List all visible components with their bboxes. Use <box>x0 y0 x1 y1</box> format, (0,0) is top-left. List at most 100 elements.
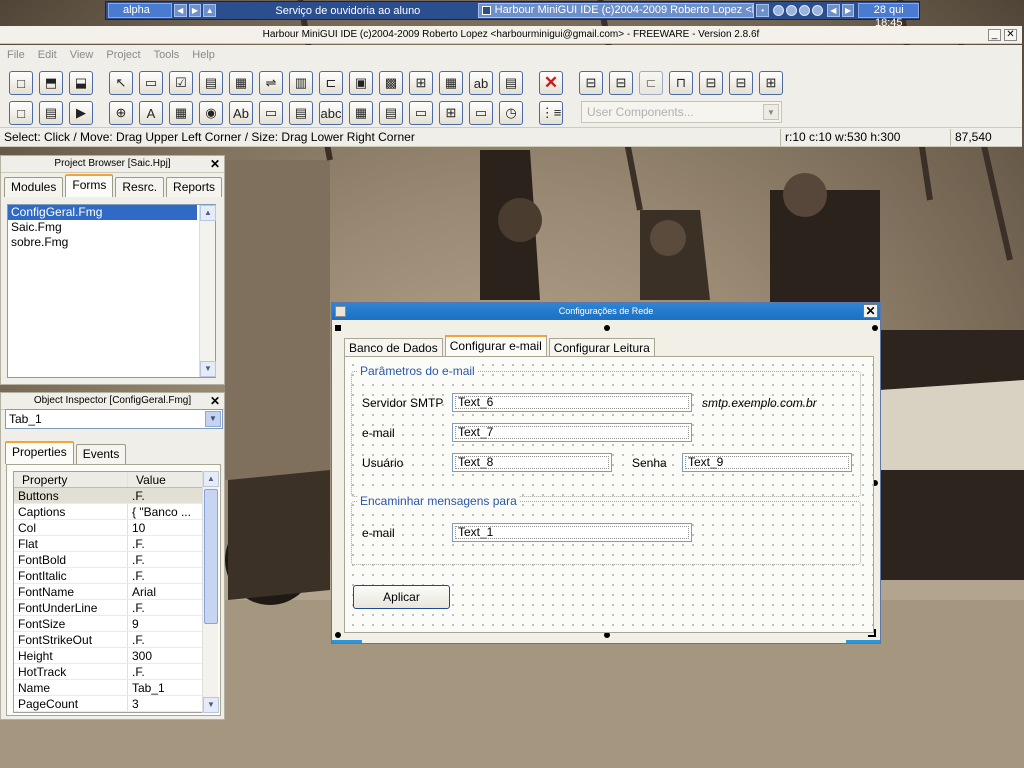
richedit-tool[interactable]: Ab <box>229 101 253 125</box>
form-window-icon[interactable] <box>335 306 346 317</box>
form-tool-button[interactable]: □ <box>9 101 33 125</box>
tray-next-icon[interactable]: ▶ <box>841 4 855 17</box>
delete-button[interactable]: ✕ <box>539 71 563 95</box>
resize-handle[interactable] <box>335 325 341 331</box>
table-row[interactable]: FontName Arial <box>14 584 202 600</box>
monthcal-tool[interactable]: ▦ <box>349 101 373 125</box>
tray-volume-icon[interactable] <box>785 5 797 16</box>
radiogroup-tool[interactable]: ◉ <box>199 101 223 125</box>
prop-value[interactable]: .F. <box>128 600 202 615</box>
slider-tool[interactable]: ⊏ <box>319 71 343 95</box>
datepicker-tool[interactable]: ▦ <box>439 71 463 95</box>
checkbox-tool[interactable]: ☑ <box>169 71 193 95</box>
table-row[interactable]: Buttons .F. <box>14 488 202 504</box>
task-minigui-ide[interactable]: Harbour MiniGUI IDE (c)2004-2009 Roberto… <box>477 3 755 18</box>
label-tool[interactable]: A <box>139 101 163 125</box>
list-item[interactable]: Saic.Fmg <box>8 220 215 235</box>
tab-order-button[interactable]: ⋮≡ <box>539 101 563 125</box>
close-icon[interactable]: ✕ <box>210 394 220 408</box>
tab-configurar-email[interactable]: Configurar e-mail <box>444 335 547 357</box>
resize-handle[interactable] <box>335 632 341 638</box>
prop-value[interactable]: .F. <box>128 664 202 679</box>
new-form-button[interactable]: □ <box>9 71 33 95</box>
prop-value[interactable]: .F. <box>128 632 202 647</box>
scroll-down-icon[interactable]: ▼ <box>203 697 219 713</box>
taskbar-next-icon[interactable]: ▶ <box>188 4 202 17</box>
prop-value[interactable]: 3 <box>128 696 202 711</box>
statusbar-editor-button[interactable]: ⊏ <box>639 71 663 95</box>
properties-grid[interactable]: Property Value Buttons .F. Captions{ "Ban… <box>13 471 203 713</box>
player-tool[interactable]: ⊞ <box>439 101 463 125</box>
prop-value[interactable]: 10 <box>128 520 202 535</box>
close-icon[interactable]: ✕ <box>210 157 220 171</box>
prop-value[interactable]: .F. <box>128 536 202 551</box>
user-components-combo[interactable]: User Components... ▼ <box>581 101 782 123</box>
tab-tool[interactable]: ▤ <box>289 101 313 125</box>
tray-prev-icon[interactable]: ◀ <box>826 4 840 17</box>
activex-tool[interactable]: ⊕ <box>109 101 133 125</box>
prop-value[interactable]: { "Banco ... <box>128 504 202 519</box>
prop-value[interactable]: .F. <box>128 552 202 567</box>
ipaddress-tool[interactable]: ▤ <box>379 101 403 125</box>
table-row[interactable]: FontSize 9 <box>14 616 202 632</box>
open-folder-button[interactable]: ⬓ <box>69 71 93 95</box>
text-6-input[interactable]: Text_6 <box>452 393 692 412</box>
prop-value[interactable]: Arial <box>128 584 202 599</box>
table-row[interactable]: FontStrikeOut .F. <box>14 632 202 648</box>
animate-tool[interactable]: ▭ <box>469 101 493 125</box>
frame-tool[interactable]: ▭ <box>259 101 283 125</box>
task-menu-icon[interactable]: • <box>756 4 769 17</box>
list-item[interactable]: ConfigGeral.Fmg <box>8 205 197 220</box>
task-ouvidoria[interactable]: Serviço de ouvidoria ao aluno <box>220 5 476 17</box>
aplicar-button[interactable]: Aplicar <box>353 585 450 609</box>
menu-help[interactable]: Help <box>192 49 215 61</box>
forms-list[interactable]: ConfigGeral.Fmg Saic.Fmg sobre.Fmg ▲ ▼ <box>7 204 216 378</box>
combobox-tool[interactable]: ▦ <box>229 71 253 95</box>
toolbar-editor-button[interactable]: ⊟ <box>609 71 633 95</box>
grid-tool[interactable]: ▥ <box>289 71 313 95</box>
textbox-tool[interactable]: ab <box>469 71 493 95</box>
tray-app-icon[interactable] <box>798 5 810 16</box>
list-item[interactable]: sobre.Fmg <box>8 235 215 250</box>
scroll-up-icon[interactable]: ▲ <box>203 471 219 487</box>
tree-tool[interactable]: ⊞ <box>409 71 433 95</box>
table-row[interactable]: FontItalic .F. <box>14 568 202 584</box>
timer-tool[interactable]: ◷ <box>499 101 523 125</box>
close-icon[interactable]: ✕ <box>863 304 878 318</box>
chevron-down-icon[interactable]: ▼ <box>763 104 779 120</box>
properties-button[interactable]: ⊟ <box>729 71 753 95</box>
tab-events[interactable]: Events <box>75 444 127 464</box>
taskbar-desktop-icon[interactable]: ▲ <box>203 4 217 17</box>
menu-edit[interactable]: Edit <box>38 49 57 61</box>
open-project-button[interactable]: ⬒ <box>39 71 63 95</box>
forms-list-scrollbar[interactable]: ▲ ▼ <box>199 205 216 377</box>
tab-forms[interactable]: Forms <box>65 174 114 197</box>
table-row[interactable]: Flat .F. <box>14 536 202 552</box>
table-row[interactable]: Col 10 <box>14 520 202 536</box>
order-button[interactable]: ⊟ <box>699 71 723 95</box>
table-row[interactable]: PageCount 3 <box>14 696 202 712</box>
listbox-tool[interactable]: ▤ <box>199 71 223 95</box>
progressbar-tool[interactable]: ▭ <box>409 101 433 125</box>
tab-modules[interactable]: Modules <box>4 177 64 197</box>
spinner-tool[interactable]: ▣ <box>349 71 373 95</box>
resize-grip-icon[interactable] <box>868 629 876 637</box>
table-row[interactable]: Height 300 <box>14 648 202 664</box>
taskbar-prev-icon[interactable]: ◀ <box>173 4 187 17</box>
prop-value[interactable]: 300 <box>128 648 202 663</box>
text-7-input[interactable]: Text_7 <box>452 423 692 442</box>
tab-resources[interactable]: Resrc. <box>115 177 165 197</box>
menu-editor-button[interactable]: ⊟ <box>579 71 603 95</box>
close-button[interactable]: ✕ <box>1004 29 1017 41</box>
tab-control[interactable]: Banco de Dados Configurar e-mail Configu… <box>344 333 874 633</box>
table-row[interactable]: HotTrack .F. <box>14 664 202 680</box>
menu-file[interactable]: File <box>7 49 25 61</box>
object-select[interactable]: Tab_1 ▼ <box>5 409 223 429</box>
prop-value[interactable]: Tab_1 <box>128 680 202 695</box>
text-9-input[interactable]: Text_9 <box>682 453 852 472</box>
resize-handle[interactable] <box>604 325 610 331</box>
prop-value[interactable]: 9 <box>128 616 202 631</box>
table-row[interactable]: Name Tab_1 <box>14 680 202 696</box>
minimize-button[interactable]: _ <box>988 29 1001 41</box>
scroll-thumb[interactable] <box>204 489 218 624</box>
